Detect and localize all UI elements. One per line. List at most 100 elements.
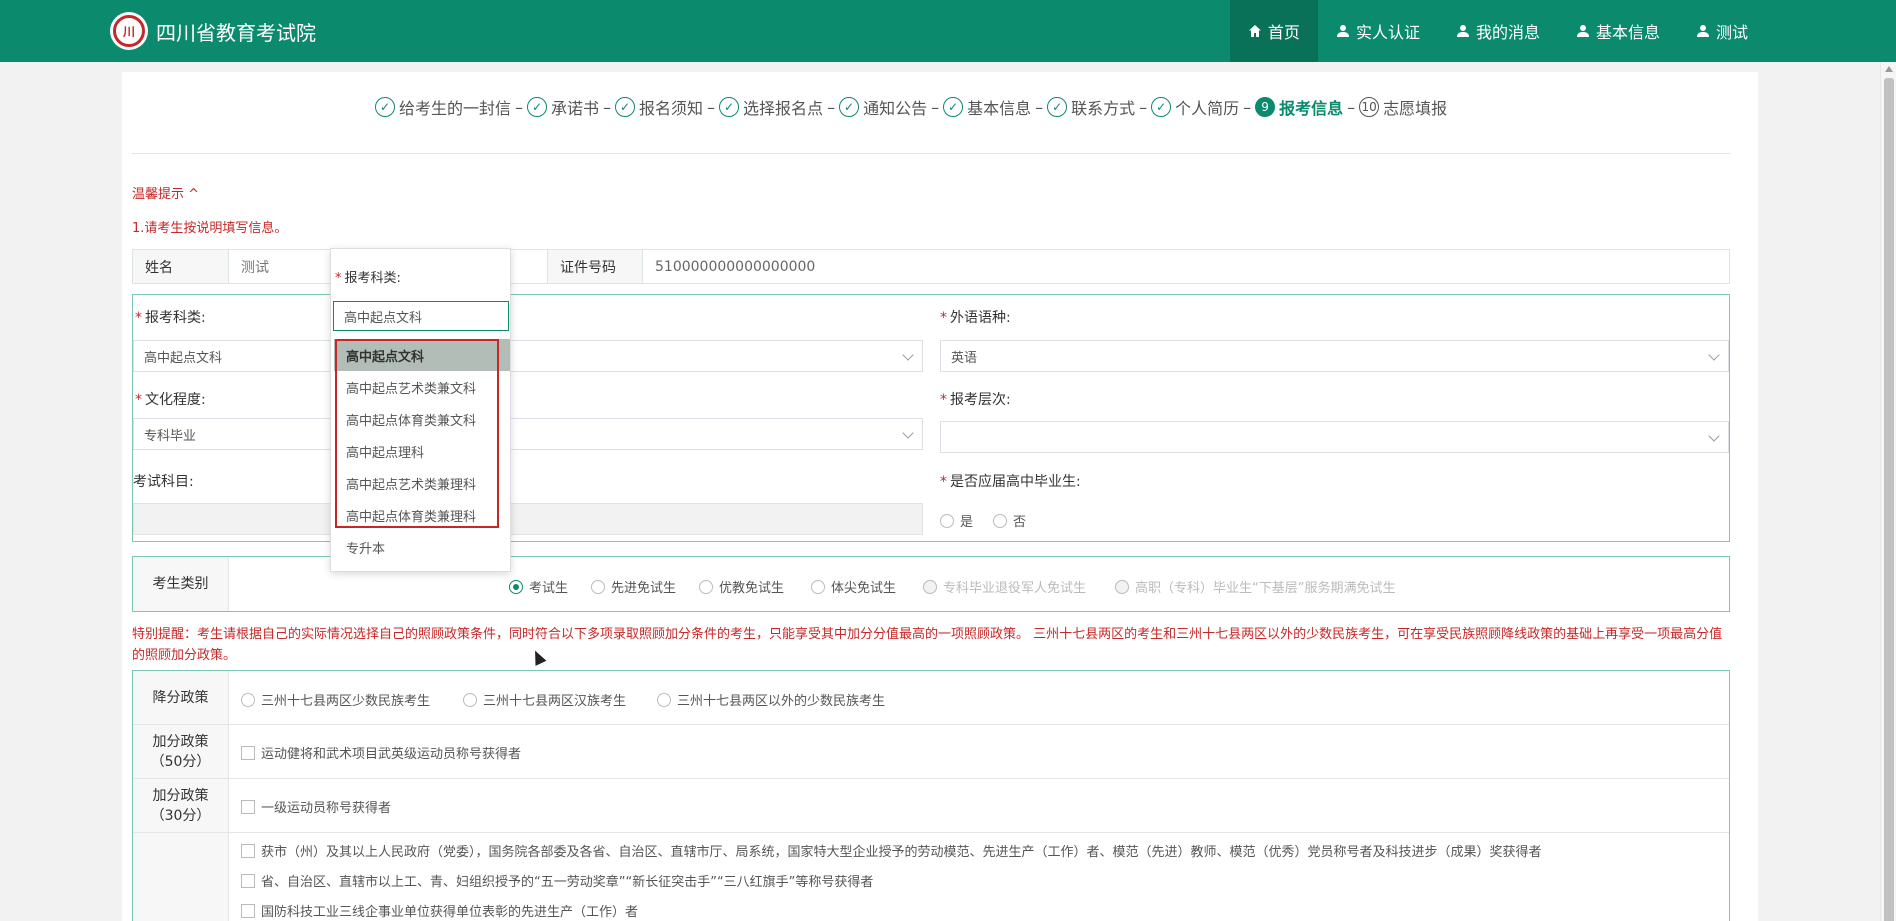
graduate-label: * 是否应届高中毕业生:	[940, 474, 1081, 490]
step-letter[interactable]: ✓ 给考生的一封信	[375, 95, 511, 119]
policy-table: 降分政策 三州十七县两区少数民族考生 三州十七县两区汉族考生 三州十七县两区以外…	[132, 670, 1730, 921]
divider	[132, 153, 1730, 154]
chevron-down-icon	[902, 427, 914, 439]
radio-icon	[993, 513, 1007, 528]
name-label: 姓名	[133, 250, 229, 283]
scroll-thumb[interactable]	[1884, 78, 1894, 921]
reduce-policy-label: 降分政策	[133, 671, 229, 724]
checkbox-icon	[241, 799, 255, 814]
nav-messages[interactable]: 我的消息	[1438, 0, 1558, 62]
step-resume[interactable]: ✓ 个人简历	[1151, 95, 1239, 119]
add30-policy-row: 加分政策 （30分） 一级运动员称号获得者	[133, 779, 1729, 833]
scroll-up-icon[interactable]	[1885, 66, 1893, 72]
education-label: * 文化程度:	[135, 392, 206, 408]
category-excellent-teacher[interactable]: 优教免试生	[699, 577, 784, 596]
step-label: 报考信息	[1279, 99, 1344, 118]
step-preference[interactable]: 10 志愿填报	[1359, 95, 1447, 119]
step-basic-info[interactable]: ✓ 基本信息	[943, 95, 1031, 119]
nav-user-test[interactable]: 测试	[1678, 0, 1766, 62]
model-worker-option[interactable]: 获市（州）及其以上人民政府（党委），国务院各部委及各省、自治区、直辖市厅、局系统…	[241, 841, 1542, 860]
category-athlete[interactable]: 体尖免试生	[811, 577, 896, 596]
category-exam[interactable]: 考试生	[509, 577, 568, 596]
radio-icon	[923, 579, 937, 594]
reduce-option-2[interactable]: 三州十七县两区汉族考生	[463, 690, 626, 709]
step-label: 通知公告	[863, 99, 928, 118]
exam-subjects-field	[133, 503, 923, 535]
radio-icon	[699, 579, 713, 594]
category-advanced[interactable]: 先进免试生	[591, 577, 676, 596]
user-icon	[1696, 25, 1709, 37]
check-circle-icon: ✓	[615, 97, 636, 117]
dropdown-option[interactable]: 高中起点艺术类兼文科	[334, 371, 510, 403]
step-number-icon: 9	[1255, 97, 1276, 117]
step-label: 选择报名点	[743, 99, 824, 118]
step-label: 基本信息	[967, 99, 1032, 118]
subject-label: * 报考科类:	[135, 310, 206, 326]
id-label: 证件号码	[547, 250, 643, 283]
step-label: 给考生的一封信	[399, 99, 512, 118]
nav-home[interactable]: 首页	[1229, 0, 1318, 62]
add50-policy-label: 加分政策 （50分）	[133, 725, 229, 778]
dropdown-label: * 报考科类:	[335, 271, 401, 286]
check-circle-icon: ✓	[719, 97, 740, 117]
radio-icon	[591, 579, 605, 594]
tips-toggle[interactable]: 温馨提示 ^	[132, 183, 199, 202]
dropdown-option[interactable]: 高中起点文科	[334, 339, 510, 371]
subject-select[interactable]: 高中起点文科	[133, 340, 923, 372]
nav-basic-info[interactable]: 基本信息	[1558, 0, 1678, 62]
category-grassroots: 高职（专科）毕业生“下基层”服务期满免试生	[1115, 577, 1395, 596]
defense-industry-option[interactable]: 国防科技工业三线企事业单位获得单位表彰的先进生产（工作）者	[241, 901, 638, 920]
subject-dropdown: * 报考科类: 高中起点文科 高中起点文科 高中起点艺术类兼文科 高中起点体育类兼…	[330, 248, 511, 572]
step-label: 联系方式	[1071, 99, 1136, 118]
brand[interactable]: 川 四川省教育考试院	[110, 12, 316, 50]
progress-steps: ✓ 给考生的一封信 – ✓ 承诺书 – ✓ 报名须知 – ✓ 选择报名点 – ✓ 通知公告 – ✓ 基…	[375, 95, 1447, 119]
user-icon	[1576, 25, 1589, 37]
check-circle-icon: ✓	[943, 97, 964, 117]
exam-subjects-label: 考试科目:	[133, 474, 194, 490]
step-exam-info[interactable]: 9 报考信息	[1255, 95, 1343, 119]
level-select[interactable]	[940, 421, 1729, 453]
dropdown-input[interactable]: 高中起点文科	[333, 301, 509, 331]
special-warning: 特别提醒：考生请根据自己的实际情况选择自己的照顾政策条件，同时符合以下多项录取照…	[132, 627, 1723, 663]
dropdown-option[interactable]: 高中起点理科	[334, 435, 510, 467]
step-label: 承诺书	[551, 99, 600, 118]
reduce-option-3[interactable]: 三州十七县两区以外的少数民族考生	[657, 690, 885, 709]
labor-medal-option[interactable]: 省、自治区、直辖市以上工、青、妇组织授予的“五一劳动奖章”“新长征突击手”“三八…	[241, 871, 873, 890]
graduate-no[interactable]: 否	[993, 511, 1026, 530]
chevron-down-icon	[1708, 349, 1720, 361]
nav-user-label: 测试	[1715, 23, 1748, 42]
site-title: 四川省教育考试院	[156, 20, 316, 45]
logo-icon: 川	[110, 12, 148, 50]
add50-option[interactable]: 运动健将和武术项目武英级运动员称号获得者	[241, 743, 521, 762]
chevron-down-icon	[902, 349, 914, 361]
radio-icon	[940, 513, 954, 528]
dropdown-option[interactable]: 高中起点体育类兼文科	[334, 403, 510, 435]
language-label: * 外语语种:	[940, 310, 1011, 326]
step-announcement[interactable]: ✓ 通知公告	[839, 95, 927, 119]
step-commitment[interactable]: ✓ 承诺书	[527, 95, 599, 119]
add30-option[interactable]: 一级运动员称号获得者	[241, 797, 391, 816]
dropdown-option[interactable]: 高中起点体育类兼理科	[334, 499, 510, 531]
level-label: * 报考层次:	[940, 392, 1011, 408]
page-scrollbar[interactable]	[1880, 62, 1896, 921]
education-select[interactable]: 专科毕业	[133, 418, 923, 450]
graduate-yes[interactable]: 是	[940, 511, 973, 530]
check-circle-icon: ✓	[1151, 97, 1172, 117]
language-select[interactable]: 英语	[940, 340, 1729, 372]
step-contact[interactable]: ✓ 联系方式	[1047, 95, 1135, 119]
checkbox-icon	[241, 843, 255, 858]
nav-realname-auth[interactable]: 实人认证	[1318, 0, 1438, 62]
step-label: 个人简历	[1175, 99, 1240, 118]
step-notice[interactable]: ✓ 报名须知	[615, 95, 703, 119]
nav-realname-label: 实人认证	[1355, 23, 1420, 42]
step-site[interactable]: ✓ 选择报名点	[719, 95, 823, 119]
dropdown-option[interactable]: 专升本	[334, 531, 510, 563]
checkbox-icon	[241, 873, 255, 888]
check-circle-icon: ✓	[1047, 97, 1068, 117]
check-circle-icon: ✓	[527, 97, 548, 117]
add-more-policy-label	[133, 833, 229, 921]
dropdown-option[interactable]: 高中起点艺术类兼理科	[334, 467, 510, 499]
reduce-option-1[interactable]: 三州十七县两区少数民族考生	[241, 690, 430, 709]
radio-icon	[463, 692, 477, 707]
check-circle-icon: ✓	[375, 97, 395, 117]
